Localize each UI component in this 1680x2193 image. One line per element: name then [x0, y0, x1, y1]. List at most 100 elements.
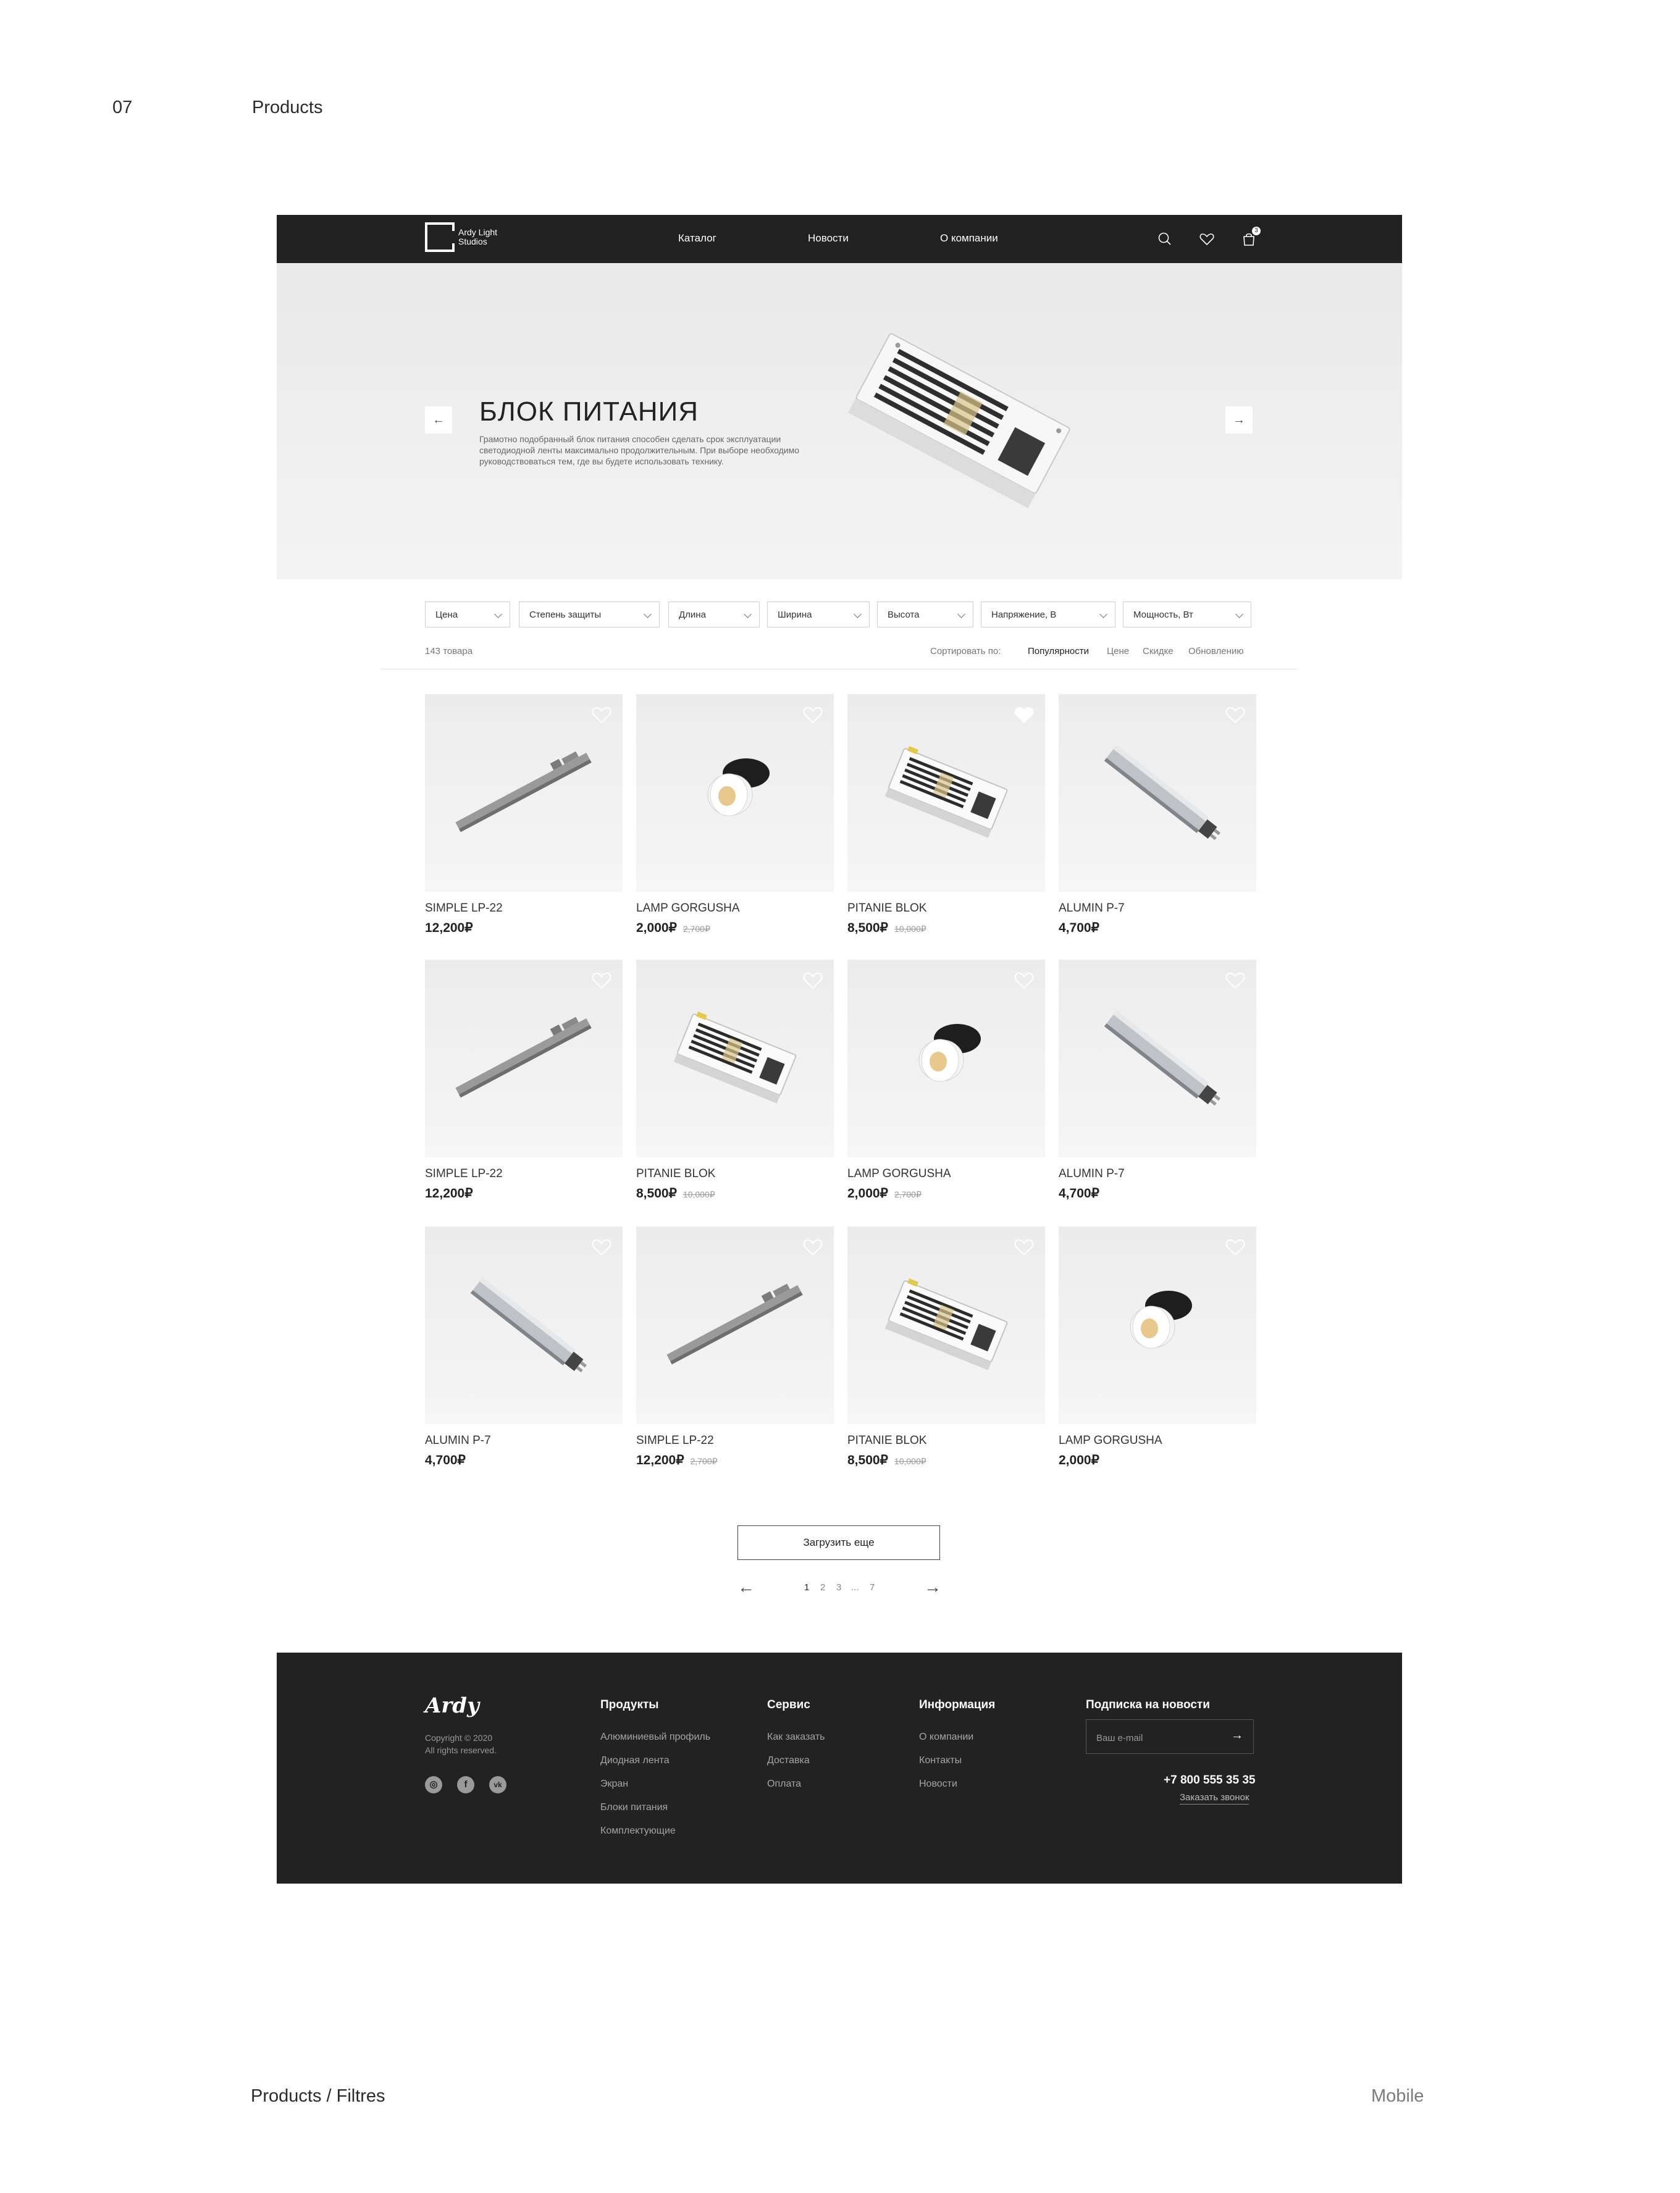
favorite-heart-icon[interactable]: [1224, 970, 1246, 991]
footer-info-title: Информация: [919, 1698, 996, 1711]
site-footer: Ardy Copyright © 2020 All rights reserve…: [277, 1653, 1402, 1884]
filter-length[interactable]: Длина: [668, 602, 760, 627]
vk-icon[interactable]: vk: [489, 1776, 506, 1793]
next-page-arrow-icon[interactable]: →: [924, 1577, 941, 1597]
product-name[interactable]: LAMP GORGUSHA: [847, 1167, 951, 1181]
footer-link[interactable]: Как заказать: [767, 1732, 825, 1743]
arrow-right-icon[interactable]: →: [1231, 1729, 1243, 1743]
favorite-heart-icon[interactable]: [1013, 704, 1035, 725]
filter-power[interactable]: Мощность, Вт: [1123, 602, 1251, 627]
footer-link[interactable]: Оплата: [767, 1779, 801, 1790]
product-name[interactable]: PITANIE BLOK: [636, 1167, 715, 1181]
footer-link[interactable]: Доставка: [767, 1755, 810, 1766]
product-name[interactable]: PITANIE BLOK: [847, 902, 926, 915]
nav-news[interactable]: Новости: [808, 232, 849, 245]
chevron-down-icon: [744, 610, 752, 618]
current-price: 12,200₽: [425, 921, 473, 935]
filter-protection[interactable]: Степень защиты: [519, 602, 660, 627]
heart-icon[interactable]: [1198, 230, 1216, 248]
favorite-heart-icon[interactable]: [802, 704, 824, 725]
sort-popularity[interactable]: Популярности: [1028, 646, 1089, 656]
footer-link[interactable]: Новости: [919, 1779, 957, 1790]
instagram-icon[interactable]: ◎: [425, 1776, 442, 1793]
sort-price[interactable]: Цене: [1107, 646, 1129, 656]
product-name[interactable]: ALUMIN P-7: [1059, 1167, 1125, 1181]
callback-link[interactable]: Заказать звонок: [1180, 1792, 1250, 1805]
filter-price[interactable]: Цена: [425, 602, 510, 627]
footer-link[interactable]: О компании: [919, 1732, 973, 1743]
product-name[interactable]: ALUMIN P-7: [425, 1434, 491, 1448]
filter-voltage[interactable]: Напряжение, В: [981, 602, 1115, 627]
footer-link[interactable]: Экран: [600, 1779, 628, 1790]
favorite-heart-icon[interactable]: [1013, 970, 1035, 991]
filter-width[interactable]: Ширина: [767, 602, 870, 627]
page-caption: Products / Filtres: [251, 2086, 385, 2106]
prev-page-arrow-icon[interactable]: ←: [737, 1577, 755, 1597]
page-link[interactable]: 1: [804, 1582, 809, 1593]
footer-link[interactable]: Контакты: [919, 1755, 962, 1766]
favorite-heart-icon[interactable]: [1013, 1236, 1035, 1257]
filter-label: Высота: [888, 610, 920, 620]
product-name[interactable]: LAMP GORGUSHA: [1059, 1434, 1162, 1448]
product-name[interactable]: LAMP GORGUSHA: [636, 902, 740, 915]
current-price: 8,500₽: [847, 1453, 888, 1467]
old-price: 10,000₽: [682, 1189, 715, 1199]
site-mockup: Ardy Light Studios Каталог Новости О ком…: [277, 215, 1402, 1884]
newsletter-form: →: [1086, 1719, 1254, 1754]
filter-label: Напряжение, В: [991, 610, 1057, 620]
facebook-icon[interactable]: f: [457, 1776, 474, 1793]
footer-phone[interactable]: +7 800 555 35 35: [1164, 1774, 1255, 1787]
footer-service-title: Сервис: [767, 1698, 810, 1711]
product-name[interactable]: ALUMIN P-7: [1059, 902, 1125, 915]
sort-updated[interactable]: Обновлению: [1188, 646, 1244, 656]
favorite-heart-icon[interactable]: [802, 970, 824, 991]
page-mode-label: Mobile: [1371, 2086, 1424, 2106]
chevron-down-icon: [1235, 610, 1243, 618]
footer-link[interactable]: Комплектующие: [600, 1826, 676, 1837]
filter-label: Цена: [435, 610, 458, 620]
filter-label: Длина: [679, 610, 706, 620]
current-price: 2,000₽: [1059, 1453, 1099, 1467]
product-name[interactable]: PITANIE BLOK: [847, 1434, 926, 1448]
page-link[interactable]: 7: [870, 1582, 875, 1593]
hero-prev-arrow-icon[interactable]: ←: [425, 406, 452, 434]
page-number: 07: [112, 98, 133, 117]
nav-about[interactable]: О компании: [940, 232, 998, 245]
newsletter-title: Подписка на новости: [1086, 1698, 1210, 1711]
favorite-heart-icon[interactable]: [1224, 1236, 1246, 1257]
logo-mark-icon: [425, 222, 455, 252]
email-field[interactable]: [1095, 1730, 1221, 1746]
footer-link[interactable]: Алюминиевый профиль: [600, 1732, 710, 1743]
nav-catalog[interactable]: Каталог: [678, 232, 716, 245]
footer-copyright: Copyright © 2020 All rights reserved.: [425, 1732, 548, 1756]
site-logo[interactable]: Ardy Light Studios: [425, 222, 508, 252]
favorite-heart-icon[interactable]: [590, 1236, 613, 1257]
hero-banner: ← → БЛОК ПИТАНИЯ Грамотно подобранный бл…: [277, 263, 1402, 579]
search-icon[interactable]: [1156, 230, 1174, 248]
favorite-heart-icon[interactable]: [802, 1236, 824, 1257]
favorite-heart-icon[interactable]: [590, 970, 613, 991]
old-price: 10,000₽: [894, 1456, 926, 1466]
cart-button[interactable]: 3: [1240, 227, 1261, 248]
page-link[interactable]: 2: [820, 1582, 825, 1593]
footer-link[interactable]: Диодная лента: [600, 1755, 670, 1766]
product-name[interactable]: SIMPLE LP-22: [636, 1434, 714, 1448]
filter-height[interactable]: Высота: [877, 602, 973, 627]
product-price: 4,700₽: [1059, 1186, 1099, 1201]
product-name[interactable]: SIMPLE LP-22: [425, 1167, 503, 1181]
page-link[interactable]: 3: [836, 1582, 841, 1593]
sort-discount[interactable]: Скидке: [1143, 646, 1174, 656]
favorite-heart-icon[interactable]: [590, 704, 613, 725]
current-price: 4,700₽: [1059, 921, 1099, 935]
chevron-down-icon: [1099, 610, 1107, 618]
current-price: 12,200₽: [636, 1453, 684, 1467]
load-more-button[interactable]: Загрузить еще: [737, 1525, 940, 1560]
favorite-heart-icon[interactable]: [1224, 704, 1246, 725]
product-price: 12,200₽: [425, 920, 473, 936]
footer-logo[interactable]: Ardy: [425, 1693, 479, 1718]
product-price: 8,500₽ 10,000₽: [636, 1186, 715, 1201]
footer-link[interactable]: Блоки питания: [600, 1802, 668, 1813]
copyright-text: Copyright © 2020: [425, 1733, 493, 1743]
hero-next-arrow-icon[interactable]: →: [1225, 406, 1253, 434]
product-name[interactable]: SIMPLE LP-22: [425, 902, 503, 915]
